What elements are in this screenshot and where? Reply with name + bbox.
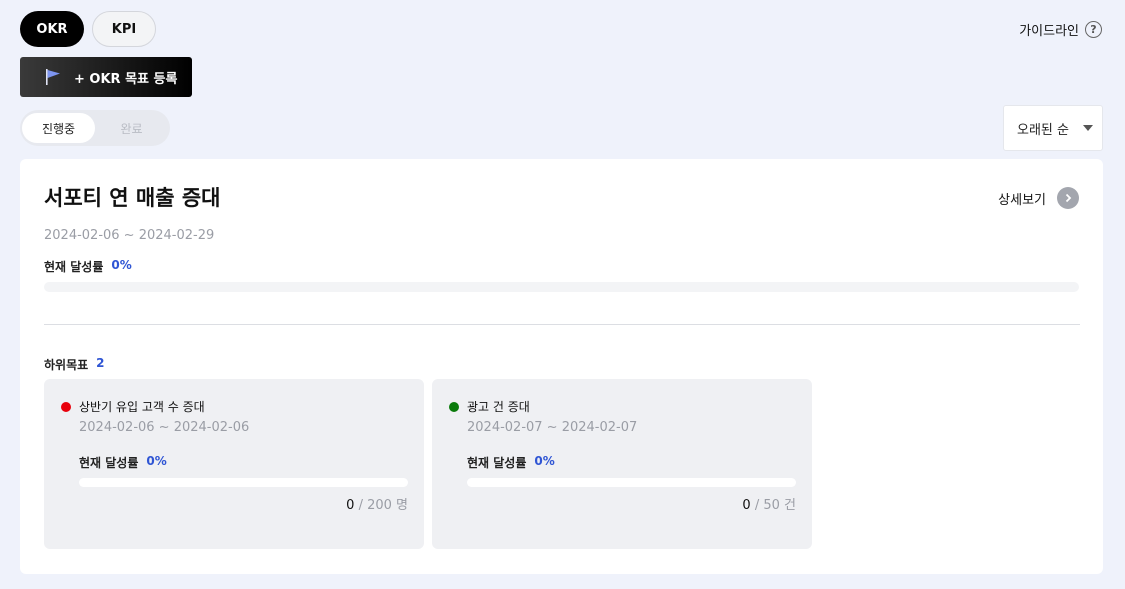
sub-goals-header: 하위목표 2: [44, 356, 105, 373]
detail-label: 상세보기: [998, 192, 1046, 208]
status-dot-icon: [449, 401, 459, 412]
filter-in-progress[interactable]: 진행중: [22, 113, 95, 143]
flag-icon: [46, 69, 60, 85]
key-result-count: 0 / 50 건: [742, 494, 796, 513]
objective-date-range: 2024-02-06 ~ 2024-02-29: [44, 228, 215, 243]
chevron-right-icon: [1057, 187, 1079, 209]
sort-dropdown[interactable]: 오래된 순: [1003, 105, 1103, 151]
status-dot-icon: [61, 401, 71, 412]
key-result-rate: 현재 달성률 0%: [467, 454, 555, 471]
key-result-rate-value: 0%: [534, 454, 555, 468]
key-result-progress-bar: [79, 478, 408, 487]
register-okr-button[interactable]: + OKR 목표 등록: [20, 57, 192, 97]
key-result-target: / 200 명: [358, 498, 408, 513]
key-result-title-row: 상반기 유입 고객 수 증대: [61, 398, 205, 415]
filter-completed[interactable]: 완료: [95, 113, 168, 143]
key-result-target: / 50 건: [754, 498, 796, 513]
objective-rate: 현재 달성률 0%: [44, 258, 132, 275]
objective-title: 서포티 연 매출 증대: [44, 186, 221, 210]
objective-rate-value: 0%: [111, 258, 132, 272]
sub-goals-count: 2: [96, 356, 105, 370]
guide-label: 가이드라인: [1019, 23, 1079, 39]
key-result-rate-label: 현재 달성률: [467, 456, 527, 470]
register-okr-label: + OKR 목표 등록: [74, 71, 178, 87]
key-result-rate-label: 현재 달성률: [79, 456, 139, 470]
status-filter: 진행중 완료: [20, 110, 170, 146]
key-result-current: 0: [346, 498, 355, 513]
key-result-date-range: 2024-02-06 ~ 2024-02-06: [79, 420, 250, 435]
guide-link[interactable]: 가이드라인 ?: [1019, 18, 1102, 40]
divider: [44, 324, 1080, 325]
caret-down-icon: [1082, 125, 1093, 131]
key-result-title-row: 광고 건 증대: [449, 398, 530, 415]
tab-kpi[interactable]: KPI: [92, 11, 156, 47]
key-result-count: 0 / 200 명: [346, 494, 408, 513]
sort-selected: 오래된 순: [1017, 122, 1069, 138]
objective-progress-bar: [44, 282, 1079, 292]
objective-card: 서포티 연 매출 증대 상세보기 2024-02-06 ~ 2024-02-29…: [20, 159, 1103, 574]
key-result-title: 광고 건 증대: [467, 400, 530, 414]
key-result-progress-bar: [467, 478, 796, 487]
tab-okr[interactable]: OKR: [20, 11, 84, 47]
key-result-card[interactable]: 광고 건 증대 2024-02-07 ~ 2024-02-07 현재 달성률 0…: [432, 379, 812, 549]
objective-rate-label: 현재 달성률: [44, 260, 104, 274]
key-result-card[interactable]: 상반기 유입 고객 수 증대 2024-02-06 ~ 2024-02-06 현…: [44, 379, 424, 549]
key-result-rate: 현재 달성률 0%: [79, 454, 167, 471]
detail-link[interactable]: 상세보기: [998, 187, 1079, 209]
key-result-rate-value: 0%: [146, 454, 167, 468]
key-result-title: 상반기 유입 고객 수 증대: [79, 400, 205, 414]
help-circle-icon: ?: [1085, 20, 1102, 38]
key-result-current: 0: [742, 498, 751, 513]
sub-goals-label: 하위목표: [44, 358, 89, 372]
key-result-date-range: 2024-02-07 ~ 2024-02-07: [467, 420, 638, 435]
